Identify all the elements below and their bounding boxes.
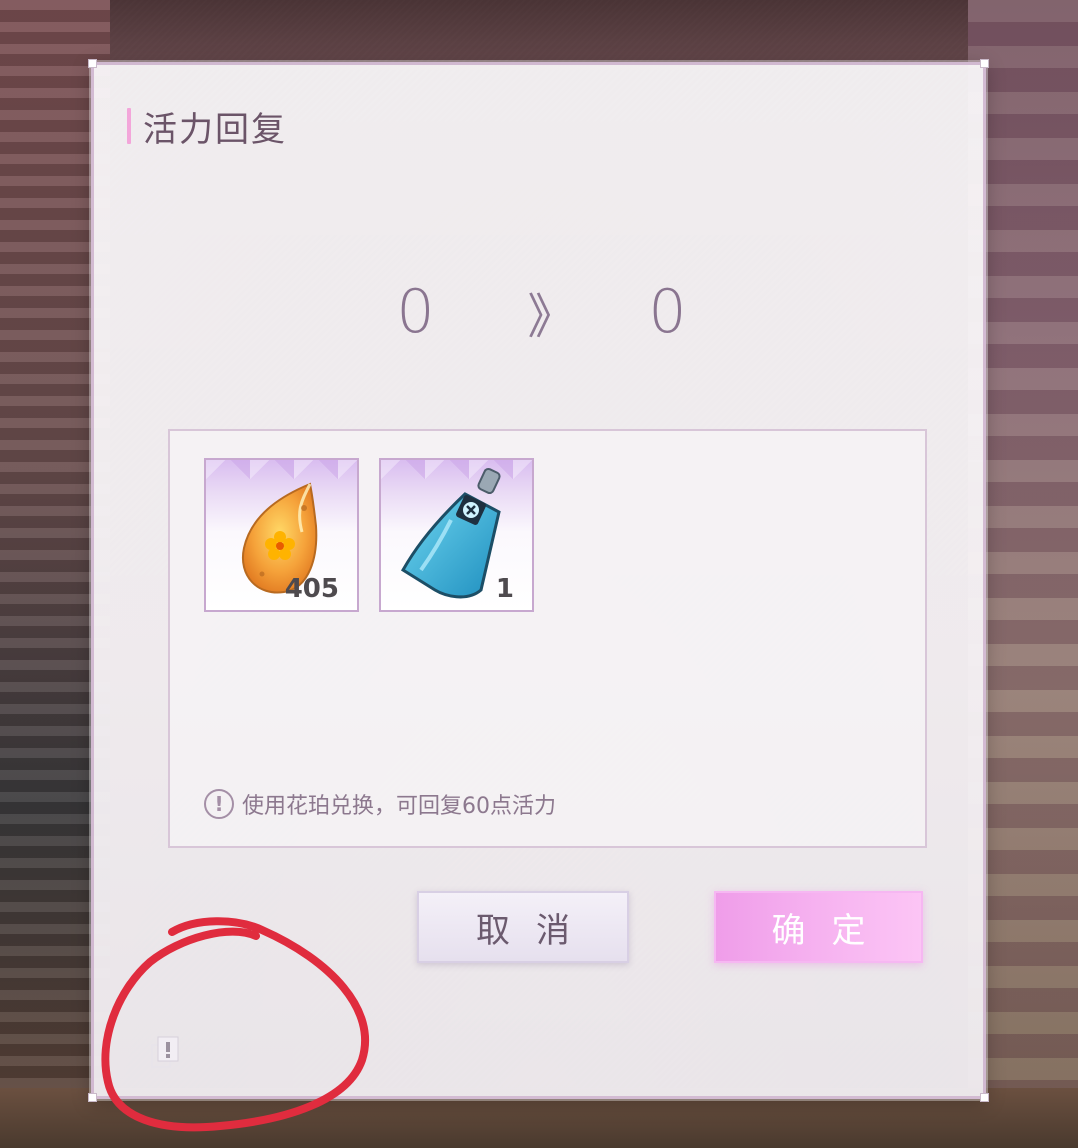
vitality-current: 0	[396, 277, 435, 347]
background-top	[0, 0, 1078, 70]
double-arrow-icon: 》	[527, 289, 576, 345]
vitality-change: 0 》 0	[94, 277, 989, 347]
dialog-header: 活力回复	[127, 105, 287, 150]
copy-alert-icon[interactable]	[150, 1035, 180, 1069]
info-icon: !	[204, 789, 234, 819]
resize-handle-bottom-right	[980, 1093, 989, 1102]
resize-handle-bottom-left	[88, 1093, 97, 1102]
resize-handle-top-right	[980, 59, 989, 68]
item-slot-amber[interactable]: 405	[204, 458, 359, 612]
exchange-hint: ! 使用花珀兑换，可回复60点活力	[204, 788, 556, 820]
item-count: 405	[284, 574, 339, 604]
resize-handle-top-left	[88, 59, 97, 68]
vitality-restore-dialog: 活力回复 0 》 0 405 1 ! 使用花珀兑换，可回复60点活力 取消 确定	[88, 59, 989, 1102]
vitality-after: 0	[648, 277, 687, 347]
cancel-button[interactable]: 取消	[417, 891, 629, 963]
item-selection-panel: 405 1 ! 使用花珀兑换，可回复60点活力	[168, 429, 927, 848]
hint-text: 使用花珀兑换，可回复60点活力	[242, 794, 556, 819]
item-count: 1	[495, 574, 514, 604]
dialog-title: 活力回复	[143, 109, 287, 150]
title-accent-bar	[127, 108, 131, 144]
item-slot-pouch[interactable]: 1	[379, 458, 534, 612]
confirm-button[interactable]: 确定	[714, 891, 923, 963]
